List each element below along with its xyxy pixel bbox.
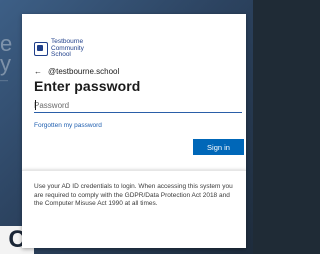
sign-in-button[interactable]: Sign in xyxy=(193,139,244,155)
login-notice-text: Use your AD ID credentials to login. Whe… xyxy=(34,183,233,207)
logo-line: School xyxy=(51,51,71,58)
arrow-left-icon[interactable]: ← xyxy=(34,67,42,76)
notice-divider xyxy=(22,170,246,171)
login-notice-panel: Use your AD ID credentials to login. Whe… xyxy=(22,170,246,248)
text-cursor xyxy=(35,100,36,110)
password-input[interactable] xyxy=(34,98,242,113)
identity-row[interactable]: ← @testbourne.school xyxy=(34,67,119,76)
background-side-text-line: — xyxy=(0,76,8,85)
background-side-text: e y — xyxy=(0,33,12,88)
school-logo: Testbourne Community School xyxy=(34,38,84,59)
login-card: Testbourne Community School ← @testbourn… xyxy=(22,14,246,170)
background-side-text-line: y xyxy=(0,51,11,76)
school-logo-icon xyxy=(34,41,48,56)
forgot-password-link[interactable]: Forgotten my password xyxy=(34,122,102,129)
identity-email: @testbourne.school xyxy=(48,67,120,76)
school-logo-text: Testbourne Community School xyxy=(51,38,84,59)
page-title: Enter password xyxy=(34,78,141,94)
